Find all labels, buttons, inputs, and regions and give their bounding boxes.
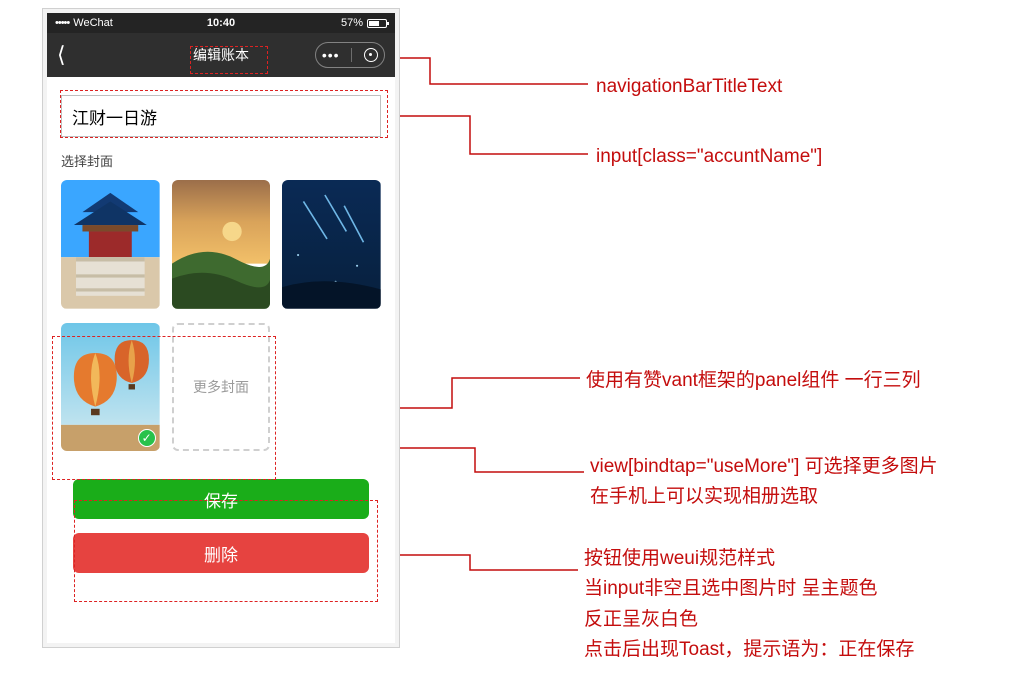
screenshot-frame: ••••• WeChat 10:40 57% ⟨ 编辑账本 ••• [42,8,400,648]
annotation-buttons: 按钮使用weui规范样式 当input非空且选中图片时 呈主题色 反正呈灰白色 … [584,544,914,666]
action-buttons: 保存 删除 [61,479,381,573]
sunset-image-icon [172,180,271,309]
cover-option-night[interactable] [282,180,381,309]
cover-option-balloons[interactable]: ✓ [61,323,160,452]
cover-section-label: 选择封面 [61,151,381,170]
back-icon[interactable]: ⟨ [57,44,66,66]
page-title: 编辑账本 [193,45,249,65]
account-name-input[interactable] [61,95,381,137]
more-menu-icon[interactable]: ••• [322,47,340,63]
close-miniprogram-icon[interactable] [364,48,378,62]
more-cover-button[interactable]: 更多封面 [172,323,271,452]
night-sky-image-icon [282,180,381,309]
cover-option-temple[interactable] [61,180,160,309]
signal-dots-icon: ••••• [55,17,69,29]
phone-viewport: ••••• WeChat 10:40 57% ⟨ 编辑账本 ••• [47,13,395,643]
battery-pct-label: 57% [341,17,363,29]
account-name-row [61,95,381,137]
clock-label: 10:40 [207,17,235,29]
capsule-menu: ••• [315,42,385,68]
page-content: 选择封面 [47,77,395,583]
save-button[interactable]: 保存 [73,479,369,519]
carrier-label: WeChat [73,17,113,29]
temple-image-icon [61,180,160,309]
status-bar: ••••• WeChat 10:40 57% [47,13,395,33]
annotation-nav-title: navigationBarTitleText [596,72,782,102]
nav-bar: ⟨ 编辑账本 ••• [47,33,395,77]
annotation-input: input[class="accuntName"] [596,142,822,172]
annotation-panel: 使用有赞vant框架的panel组件 一行三列 [586,366,921,396]
delete-button[interactable]: 删除 [73,533,369,573]
more-cover-label: 更多封面 [193,377,249,397]
cover-option-sunset[interactable] [172,180,271,309]
selected-check-icon: ✓ [138,429,156,447]
cover-grid-row2: ✓ 更多封面 [61,323,381,452]
annotation-usemore: view[bindtap="useMore"] 可选择更多图片 在手机上可以实现… [590,452,938,513]
battery-icon [367,19,387,28]
cover-grid [61,180,381,309]
